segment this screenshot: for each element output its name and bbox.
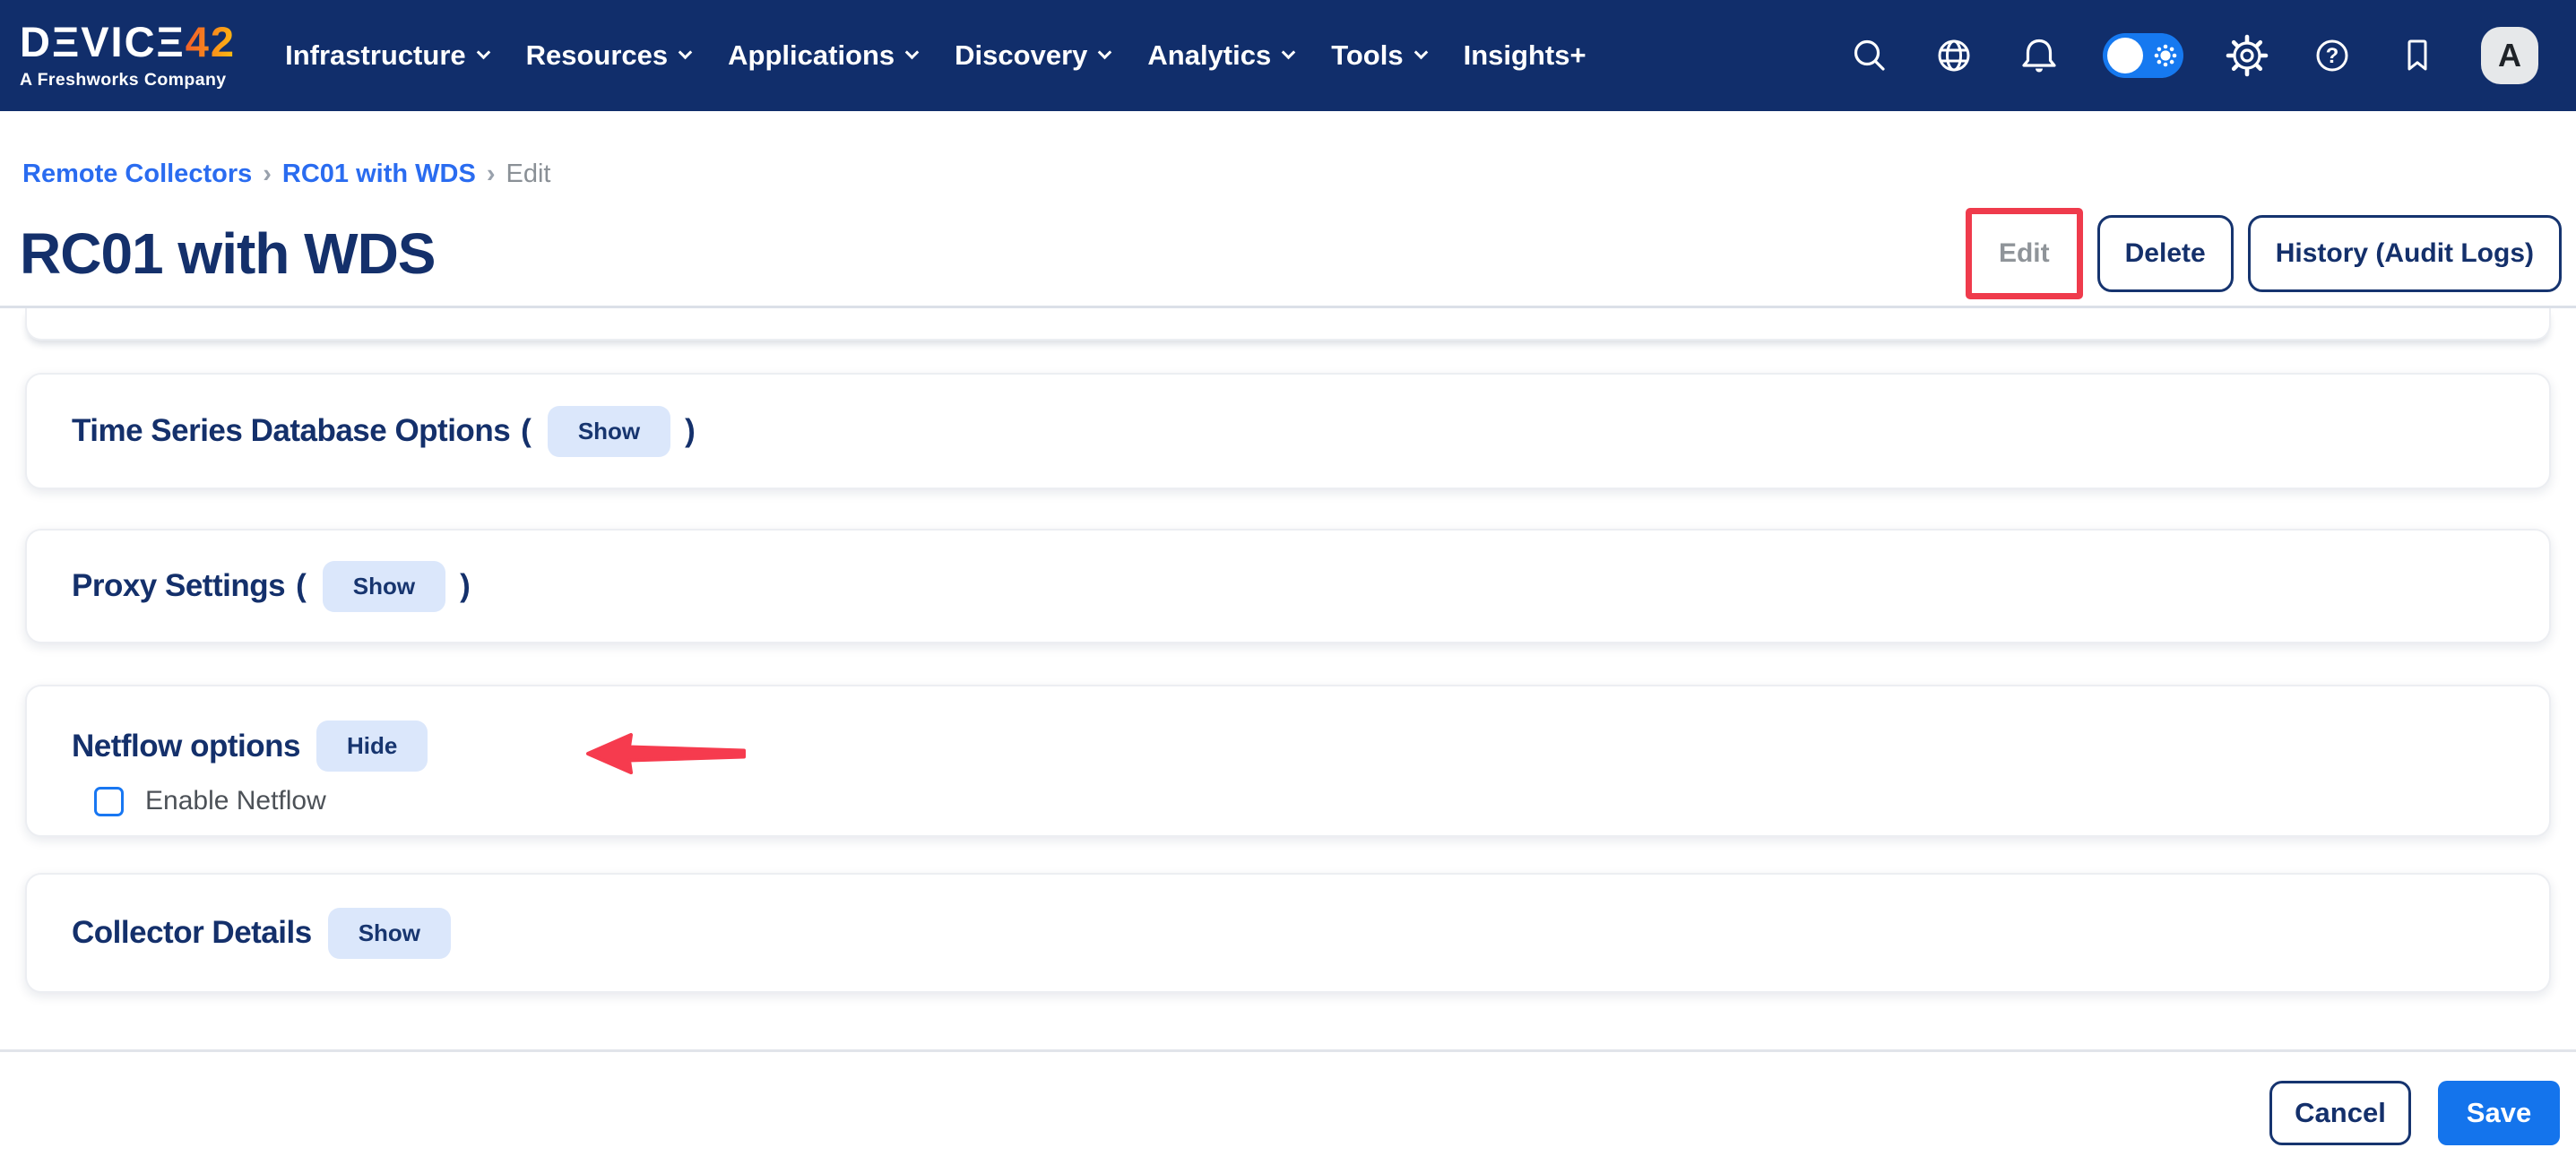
breadcrumb-separator: › [263,160,272,189]
nav-item-tools[interactable]: Tools [1312,39,1444,72]
nav-item-label: Analytics [1147,39,1271,72]
help-glyph: ? [2326,44,2339,68]
section-title: Collector Details [72,915,312,951]
save-button[interactable]: Save [2438,1081,2560,1145]
nav-item-infrastructure[interactable]: Infrastructure [266,39,507,72]
chevron-down-icon [476,45,490,59]
sun-icon [2154,44,2177,72]
nav-item-discovery[interactable]: Discovery [936,39,1128,72]
section-title: Time Series Database Options [72,413,510,449]
main-menu: Infrastructure Resources Applications Di… [266,39,1604,72]
edit-button[interactable]: Edit [1972,214,2077,293]
bookmark-icon[interactable] [2396,34,2439,77]
chevron-down-icon [679,45,693,59]
section-netflow-options: Netflow options Hide Enable Netflow [25,685,2551,837]
show-button-proxy[interactable]: Show [323,561,445,612]
paren-close: ) [460,568,471,604]
nav-item-applications[interactable]: Applications [709,39,936,72]
chevron-down-icon [1413,45,1428,59]
hide-button-netflow[interactable]: Hide [316,721,428,772]
section-time-series-database-options: Time Series Database Options ( Show ) [25,373,2551,489]
page-content: Remote Collectors › RC01 with WDS › Edit… [0,111,2576,1145]
breadcrumb-link-rc01[interactable]: RC01 with WDS [282,160,476,189]
section-title: Proxy Settings [72,568,285,604]
page-title: RC01 with WDS [20,220,435,287]
delete-button[interactable]: Delete [2097,215,2234,292]
red-arrow-annotation [584,731,748,781]
enable-netflow-label: Enable Netflow [145,786,326,816]
section-proxy-settings: Proxy Settings ( Show ) [25,529,2551,643]
nav-item-label: Insights+ [1464,39,1586,72]
theme-toggle[interactable] [2103,33,2183,78]
avatar-initial: A [2498,37,2521,74]
breadcrumb-link-remote-collectors[interactable]: Remote Collectors [22,160,252,189]
search-icon[interactable] [1849,35,1890,76]
section-title: Netflow options [72,729,300,764]
nav-item-insights[interactable]: Insights+ [1445,39,1605,72]
breadcrumb-separator: › [487,160,496,189]
page-header: RC01 with WDS Edit Delete History (Audit… [20,208,2562,299]
cancel-button[interactable]: Cancel [2269,1081,2411,1145]
show-button-collector[interactable]: Show [328,908,451,959]
brand-wordmark-text: DΞVICΞ [20,21,186,63]
paren-open: ( [521,413,532,449]
history-audit-logs-button[interactable]: History (Audit Logs) [2248,215,2562,292]
brand-wordmark: DΞVICΞ42 [20,21,236,63]
edit-highlight-annotation: Edit [1966,208,2083,299]
brand-number: 42 [186,21,236,63]
notifications-bell-icon[interactable] [2018,34,2061,77]
nav-item-label: Infrastructure [285,39,466,72]
brand-logo[interactable]: DΞVICΞ42 A Freshworks Company [20,21,236,91]
help-icon[interactable]: ? [2311,34,2354,77]
netflow-header-row: Netflow options Hide [27,721,2549,772]
nav-item-label: Resources [526,39,669,72]
breadcrumb-current: Edit [506,160,550,189]
paren-open: ( [296,568,307,604]
globe-icon[interactable] [1932,34,1975,77]
chevron-down-icon [905,45,920,59]
footer-actions: Cancel Save [0,1052,2576,1145]
enable-netflow-checkbox[interactable] [94,787,124,816]
brand-tagline: A Freshworks Company [20,70,236,91]
header-actions: Edit Delete History (Audit Logs) [1966,208,2562,299]
user-avatar[interactable]: A [2481,27,2538,84]
chevron-down-icon [1282,45,1296,59]
top-navbar: DΞVICΞ42 A Freshworks Company Infrastruc… [0,0,2576,111]
show-button-tsdb[interactable]: Show [548,406,670,457]
enable-netflow-row: Enable Netflow [94,786,2549,816]
nav-item-resources[interactable]: Resources [507,39,710,72]
toggle-knob [2107,38,2143,73]
nav-item-label: Applications [728,39,895,72]
chevron-down-icon [1098,45,1112,59]
partial-card [25,308,2551,341]
nav-item-label: Tools [1331,39,1403,72]
section-collector-details: Collector Details Show [25,873,2551,993]
nav-item-analytics[interactable]: Analytics [1128,39,1312,72]
navbar-icons: ? A [1849,27,2538,84]
nav-item-label: Discovery [955,39,1087,72]
settings-gear-icon[interactable] [2226,34,2269,77]
paren-close: ) [685,413,696,449]
breadcrumb: Remote Collectors › RC01 with WDS › Edit [22,158,2576,190]
